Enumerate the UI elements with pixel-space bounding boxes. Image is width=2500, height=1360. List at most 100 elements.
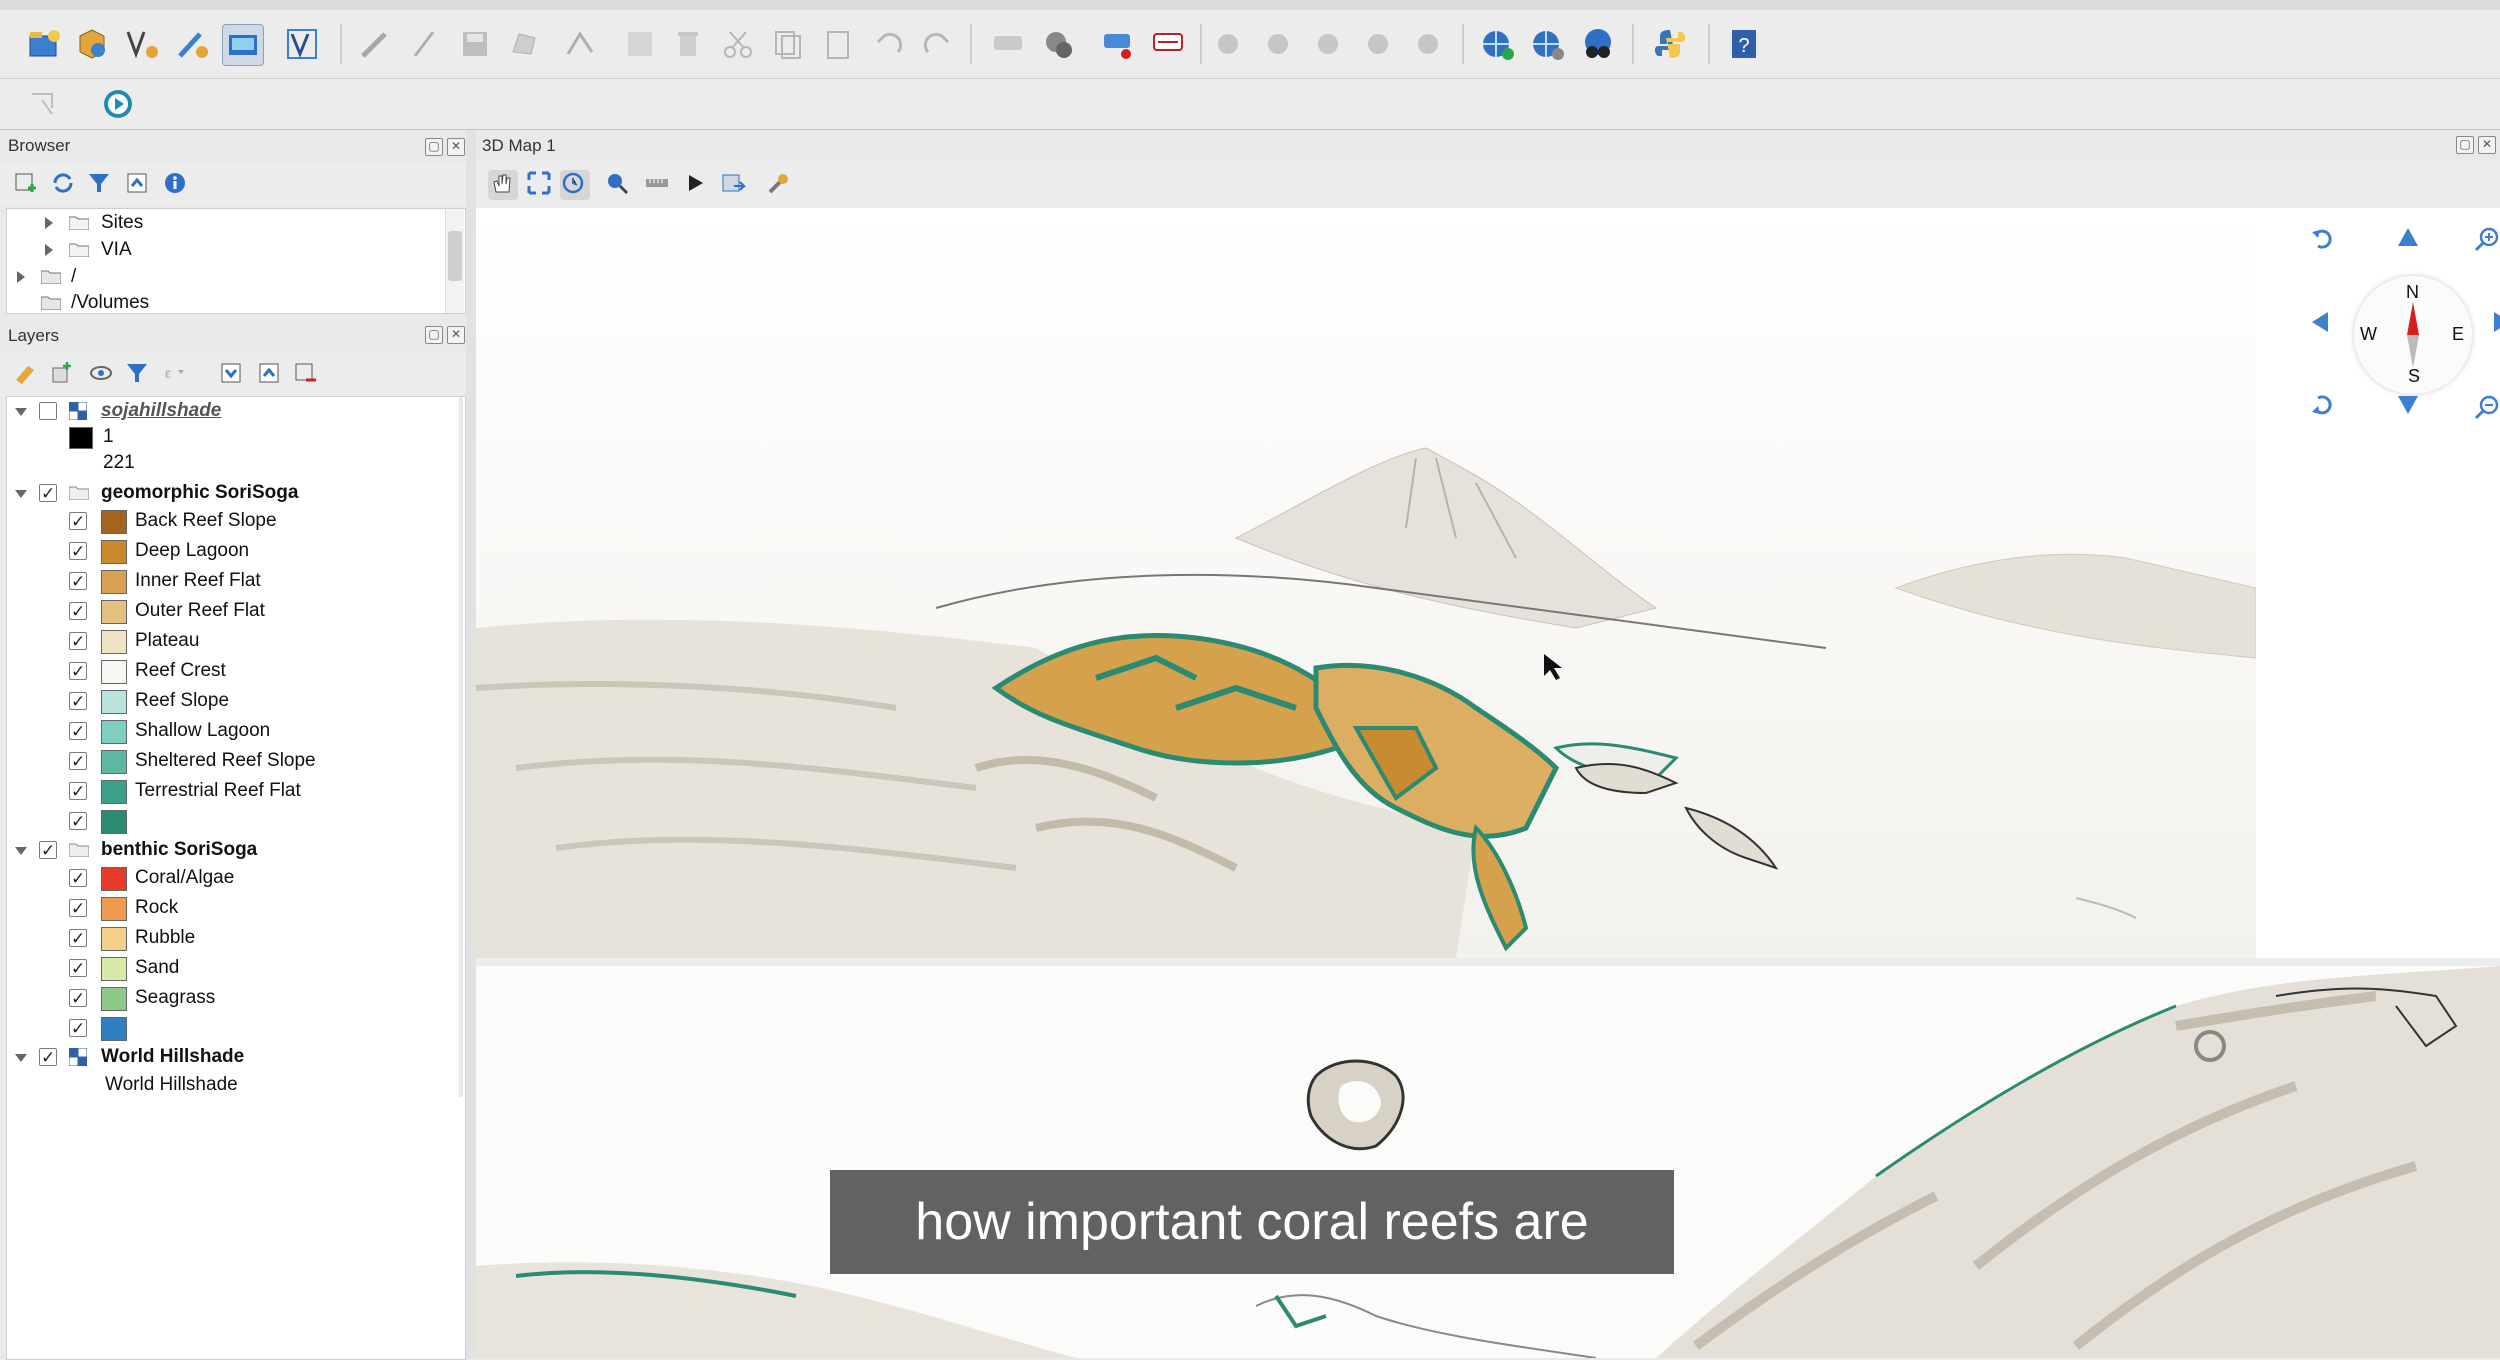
add-polygon-icon[interactable] — [505, 24, 545, 64]
zoom-out-icon[interactable] — [2474, 394, 2500, 420]
browser-close-button[interactable]: ✕ — [447, 138, 465, 156]
identify-icon[interactable] — [604, 170, 630, 196]
animation-play-icon[interactable] — [682, 170, 708, 196]
layers-scrollbar[interactable] — [459, 397, 463, 1097]
class-visibility-checkbox[interactable] — [69, 748, 87, 776]
save-edits-icon[interactable] — [455, 24, 495, 64]
panel-splitter[interactable] — [466, 130, 476, 1358]
remove-layer-icon[interactable] — [292, 360, 318, 386]
class-visibility-checkbox[interactable] — [69, 1015, 87, 1043]
expand-arrow-icon[interactable] — [45, 244, 53, 256]
refresh-icon[interactable] — [50, 170, 76, 196]
export-scene-icon[interactable] — [720, 170, 746, 196]
browser-item-via[interactable]: VIA — [7, 236, 447, 264]
show-labels-icon[interactable] — [1258, 24, 1298, 64]
group-visibility-checkbox[interactable] — [39, 480, 57, 508]
change-label-icon[interactable] — [1408, 24, 1448, 64]
vertex-tool-icon[interactable] — [560, 24, 600, 64]
class-visibility-checkbox[interactable] — [69, 895, 87, 923]
class-visibility-checkbox[interactable] — [69, 688, 87, 716]
paste-features-icon[interactable] — [818, 24, 858, 64]
measure-line-icon[interactable] — [644, 170, 670, 196]
edit-pencil-icon[interactable] — [355, 24, 395, 64]
add-vector-icon[interactable] — [122, 24, 162, 64]
label-settings-icon[interactable] — [1038, 24, 1078, 64]
add-wfs-icon[interactable] — [1528, 24, 1568, 64]
python-console-icon[interactable] — [1650, 24, 1690, 64]
collapse-all-layers-icon[interactable] — [256, 360, 282, 386]
properties-info-icon[interactable] — [162, 170, 188, 196]
collapse-arrow-icon[interactable] — [15, 408, 27, 416]
browser-scrollbar[interactable] — [445, 209, 464, 313]
label-rule-icon[interactable] — [1148, 24, 1188, 64]
collapse-arrow-icon[interactable] — [15, 847, 27, 855]
class-visibility-checkbox[interactable] — [69, 508, 87, 536]
class-visibility-checkbox[interactable] — [69, 985, 87, 1013]
temporal-controller-icon[interactable] — [98, 84, 138, 124]
class-visibility-checkbox[interactable] — [69, 718, 87, 746]
rotate-right-icon[interactable] — [2310, 394, 2334, 418]
map3d-canvas[interactable]: N S E W — [476, 208, 2500, 958]
browser-item-sites[interactable]: Sites — [7, 209, 447, 237]
class-visibility-checkbox[interactable] — [69, 658, 87, 686]
map2d-canvas[interactable] — [476, 966, 2500, 1358]
delete-selected-icon[interactable] — [668, 24, 708, 64]
layer-styling-icon[interactable] — [12, 360, 38, 386]
layers-close-button[interactable]: ✕ — [447, 326, 465, 344]
redo-icon[interactable] — [918, 24, 958, 64]
filter-expression-icon[interactable]: ε — [162, 360, 188, 386]
modify-attributes-icon[interactable] — [620, 24, 660, 64]
filter-browser-icon[interactable] — [86, 170, 112, 196]
camera-control-icon[interactable] — [560, 170, 590, 200]
zoom-in-icon[interactable] — [2474, 226, 2500, 252]
vector-layer-icon[interactable] — [282, 24, 322, 64]
cut-features-icon[interactable] — [718, 24, 758, 64]
layers-float-button[interactable]: ▢ — [425, 326, 443, 344]
configure-wrench-icon[interactable] — [766, 170, 792, 196]
layer-visibility-checkbox[interactable] — [39, 402, 57, 420]
collapse-arrow-icon[interactable] — [15, 490, 27, 498]
map3d-close-button[interactable]: ✕ — [2478, 136, 2496, 154]
pan-right-icon[interactable] — [2492, 310, 2500, 334]
digitize-icon[interactable] — [172, 24, 212, 64]
add-group-icon[interactable] — [48, 360, 74, 386]
compass-rose[interactable]: N S E W — [2354, 276, 2472, 394]
expand-arrow-icon[interactable] — [17, 271, 25, 283]
copy-features-icon[interactable] — [768, 24, 808, 64]
class-visibility-checkbox[interactable] — [69, 808, 87, 836]
new-map-view-icon[interactable] — [222, 24, 264, 66]
tilt-down-icon[interactable] — [2396, 394, 2420, 416]
label-tool-icon[interactable] — [988, 24, 1028, 64]
undo-icon[interactable] — [868, 24, 908, 64]
zoom-full-icon[interactable] — [526, 170, 552, 196]
class-visibility-checkbox[interactable] — [69, 778, 87, 806]
class-visibility-checkbox[interactable] — [69, 865, 87, 893]
view-splitter[interactable] — [476, 958, 2500, 966]
class-visibility-checkbox[interactable] — [69, 568, 87, 596]
class-visibility-checkbox[interactable] — [69, 628, 87, 656]
group-visibility-checkbox[interactable] — [39, 837, 57, 865]
expand-arrow-icon[interactable] — [45, 217, 53, 229]
add-selected-layer-icon[interactable] — [12, 170, 38, 196]
manage-themes-icon[interactable] — [88, 360, 114, 386]
browser-item-root[interactable]: / — [7, 263, 447, 291]
pan-hand-icon[interactable] — [488, 170, 518, 200]
move-label-icon[interactable] — [1308, 24, 1348, 64]
open-project-icon[interactable] — [24, 24, 64, 64]
pan-left-icon[interactable] — [2310, 310, 2330, 334]
label-highlight-icon[interactable] — [1098, 24, 1138, 64]
class-visibility-checkbox[interactable] — [69, 925, 87, 953]
map3d-float-button[interactable]: ▢ — [2456, 136, 2474, 154]
expand-all-icon[interactable] — [218, 360, 244, 386]
pin-labels-icon[interactable] — [1208, 24, 1248, 64]
layer-visibility-checkbox[interactable] — [39, 1044, 57, 1072]
class-visibility-checkbox[interactable] — [69, 538, 87, 566]
new-geopackage-icon[interactable] — [72, 24, 112, 64]
browser-item-volumes[interactable]: /Volumes — [7, 289, 447, 317]
metasearch-icon[interactable] — [1578, 24, 1618, 64]
rotate-label-icon[interactable] — [1358, 24, 1398, 64]
add-wms-icon[interactable] — [1478, 24, 1518, 64]
collapse-arrow-icon[interactable] — [15, 1054, 27, 1062]
rotate-left-icon[interactable] — [2310, 226, 2334, 250]
annotation-icon[interactable] — [24, 84, 64, 124]
